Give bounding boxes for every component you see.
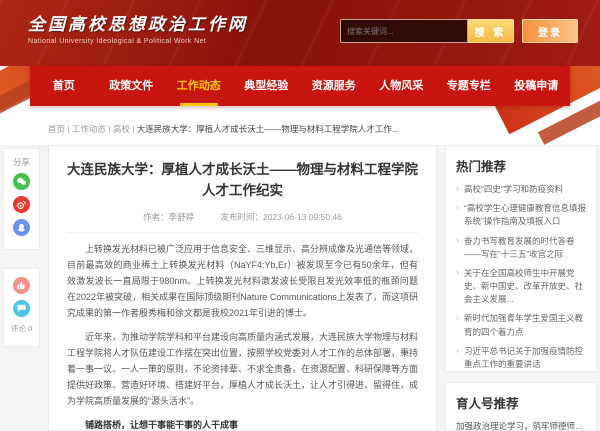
nav-item-special[interactable]: 专题专栏 bbox=[435, 66, 503, 106]
hot-item-label: 高校“四史”学习和防疫资料 bbox=[464, 184, 563, 194]
site-logo[interactable]: 全国高校思想政治工作网 National University Ideologi… bbox=[28, 10, 248, 45]
search-bar: 搜 索 bbox=[340, 19, 514, 43]
comment-icon bbox=[16, 303, 27, 314]
article-paragraph: 上转换发光材料已被广泛应用于信息安全、三维显示、高分辨成像及光通信等领域，目前最… bbox=[67, 241, 418, 321]
qq-icon bbox=[16, 222, 27, 233]
chevron-right-icon: › bbox=[456, 266, 459, 280]
yuren-list-item[interactable]: 加强政治理论学习，筑牢师德师风底线 黄淮学院机械工程学院... 2021-11-… bbox=[456, 420, 586, 431]
wechat-icon bbox=[16, 176, 27, 187]
nav-item-submit[interactable]: 投稿申请 bbox=[503, 66, 571, 106]
article-paragraph: 近年来，为推动学院学科和平台建设向高质量内涵式发展，大连民族大学物理与材料工程学… bbox=[67, 329, 418, 409]
chevron-right-icon: › bbox=[456, 182, 459, 196]
article-title: 大连民族大学：厚植人才成长沃土——物理与材料工程学院人才工作纪实 bbox=[67, 160, 418, 202]
comment-count: 评论 0 bbox=[4, 323, 39, 334]
article-subheading: 铺路搭桥，让想干事能干事的人干成事 bbox=[67, 417, 418, 431]
page: 全国高校思想政治工作网 National University Ideologi… bbox=[0, 0, 600, 431]
site-subtitle: National University Ideological & Politi… bbox=[28, 38, 248, 45]
breadcrumb[interactable]: 首页 | 工作动态 | 高校 | 大连民族大学：厚植人才成长沃土——物理与材料工… bbox=[48, 123, 399, 135]
share-label: 分享 bbox=[4, 156, 39, 168]
weibo-icon bbox=[16, 199, 27, 210]
hot-list-item[interactable]: › 关于在全国高校师生中开展党史、新中国史、改革开放史、社会主义发展... bbox=[456, 267, 586, 307]
hot-item-label: 新时代加强青年学生爱国主义教育的四个着力点 bbox=[464, 313, 583, 336]
chevron-right-icon: › bbox=[456, 344, 459, 358]
feedback-panel: 评论 0 bbox=[3, 268, 40, 347]
qq-share-button[interactable] bbox=[13, 219, 30, 236]
nav-item-people[interactable]: 人物风采 bbox=[368, 66, 436, 106]
yuren-recommendations-title: 育人号推荐 bbox=[456, 393, 586, 412]
hot-recommendations-card: 热门推荐 › 高校“四史”学习和防疫资料 › “高校学生心理健康教育信息填报系统”操… bbox=[445, 145, 597, 372]
search-button[interactable]: 搜 索 bbox=[468, 19, 514, 43]
yuren-item-title: 加强政治理论学习，筑牢师德师风底线 bbox=[456, 420, 586, 431]
hot-item-label: “高校学生心理健康教育信息填报系统”操作指南及填报入口 bbox=[464, 203, 586, 226]
nav-item-work-news[interactable]: 工作动态 bbox=[165, 66, 233, 106]
hot-item-label: 习近平总书记关于加强疫情防控重点工作的重要讲话 bbox=[464, 346, 583, 369]
nav-item-policy[interactable]: 政策文件 bbox=[98, 66, 166, 106]
hot-list-item[interactable]: › 奋力书写教育发展的时代答卷——写在“十三五”收官之际 bbox=[456, 235, 586, 261]
breadcrumb-prefix[interactable]: 首页 | 工作动态 | 高校 | bbox=[48, 124, 137, 134]
hot-list-item[interactable]: › 习近平总书记关于加强疫情防控重点工作的重要讲话 bbox=[456, 345, 586, 371]
hot-list-item[interactable]: › “高校学生心理健康教育信息填报系统”操作指南及填报入口 bbox=[456, 202, 586, 228]
breadcrumb-current: 大连民族大学：厚植人才成长沃土——物理与材料工程学院人才工作... bbox=[137, 124, 399, 134]
nav-item-experience[interactable]: 典型经验 bbox=[233, 66, 301, 106]
hot-list-item[interactable]: › 新时代加强青年学生爱国主义教育的四个着力点 bbox=[456, 312, 586, 338]
thumbs-up-icon bbox=[16, 280, 27, 291]
hot-recommendations-list: › 高校“四史”学习和防疫资料 › “高校学生心理健康教育信息填报系统”操作指南及填… bbox=[456, 183, 586, 372]
article-card: 大连民族大学：厚植人才成长沃土——物理与材料工程学院人才工作纪实 作者：李舒婷 … bbox=[48, 145, 437, 431]
weibo-share-button[interactable] bbox=[13, 196, 30, 213]
main-nav: 首页 政策文件 工作动态 典型经验 资源服务 人物风采 专题专栏 投稿申请 bbox=[30, 66, 570, 106]
share-panel: 分享 bbox=[3, 148, 40, 250]
search-input[interactable] bbox=[340, 19, 468, 43]
article-meta: 作者：李舒婷 发布时间：2023-06-13 09:50:46 bbox=[67, 211, 418, 233]
nav-item-home[interactable]: 首页 bbox=[30, 66, 98, 106]
chevron-right-icon: › bbox=[456, 201, 459, 215]
hot-recommendations-title: 热门推荐 bbox=[456, 156, 586, 175]
like-button[interactable] bbox=[13, 277, 30, 294]
nav-item-resources[interactable]: 资源服务 bbox=[300, 66, 368, 106]
site-title: 全国高校思想政治工作网 bbox=[28, 10, 248, 35]
wechat-share-button[interactable] bbox=[13, 173, 30, 190]
hot-item-label: 奋力书写教育发展的时代答卷——写在“十三五”收官之际 bbox=[464, 236, 575, 259]
hot-list-item[interactable]: › 高校“四史”学习和防疫资料 bbox=[456, 183, 586, 196]
chevron-right-icon: › bbox=[456, 234, 459, 248]
top-banner: 全国高校思想政治工作网 National University Ideologi… bbox=[0, 0, 600, 66]
yuren-recommendations-card: 育人号推荐 加强政治理论学习，筑牢师德师风底线 黄淮学院机械工程学院... 20… bbox=[445, 382, 597, 431]
chevron-right-icon: › bbox=[456, 311, 459, 325]
login-button[interactable]: 登录 bbox=[522, 19, 578, 43]
article-publish-time: 发布时间：2023-06-13 09:50:46 bbox=[220, 212, 341, 222]
comment-button[interactable] bbox=[13, 300, 30, 317]
article-author: 作者：李舒婷 bbox=[143, 212, 194, 222]
hot-item-label: 关于在全国高校师生中开展党史、新中国史、改革开放史、社会主义发展... bbox=[464, 268, 583, 304]
